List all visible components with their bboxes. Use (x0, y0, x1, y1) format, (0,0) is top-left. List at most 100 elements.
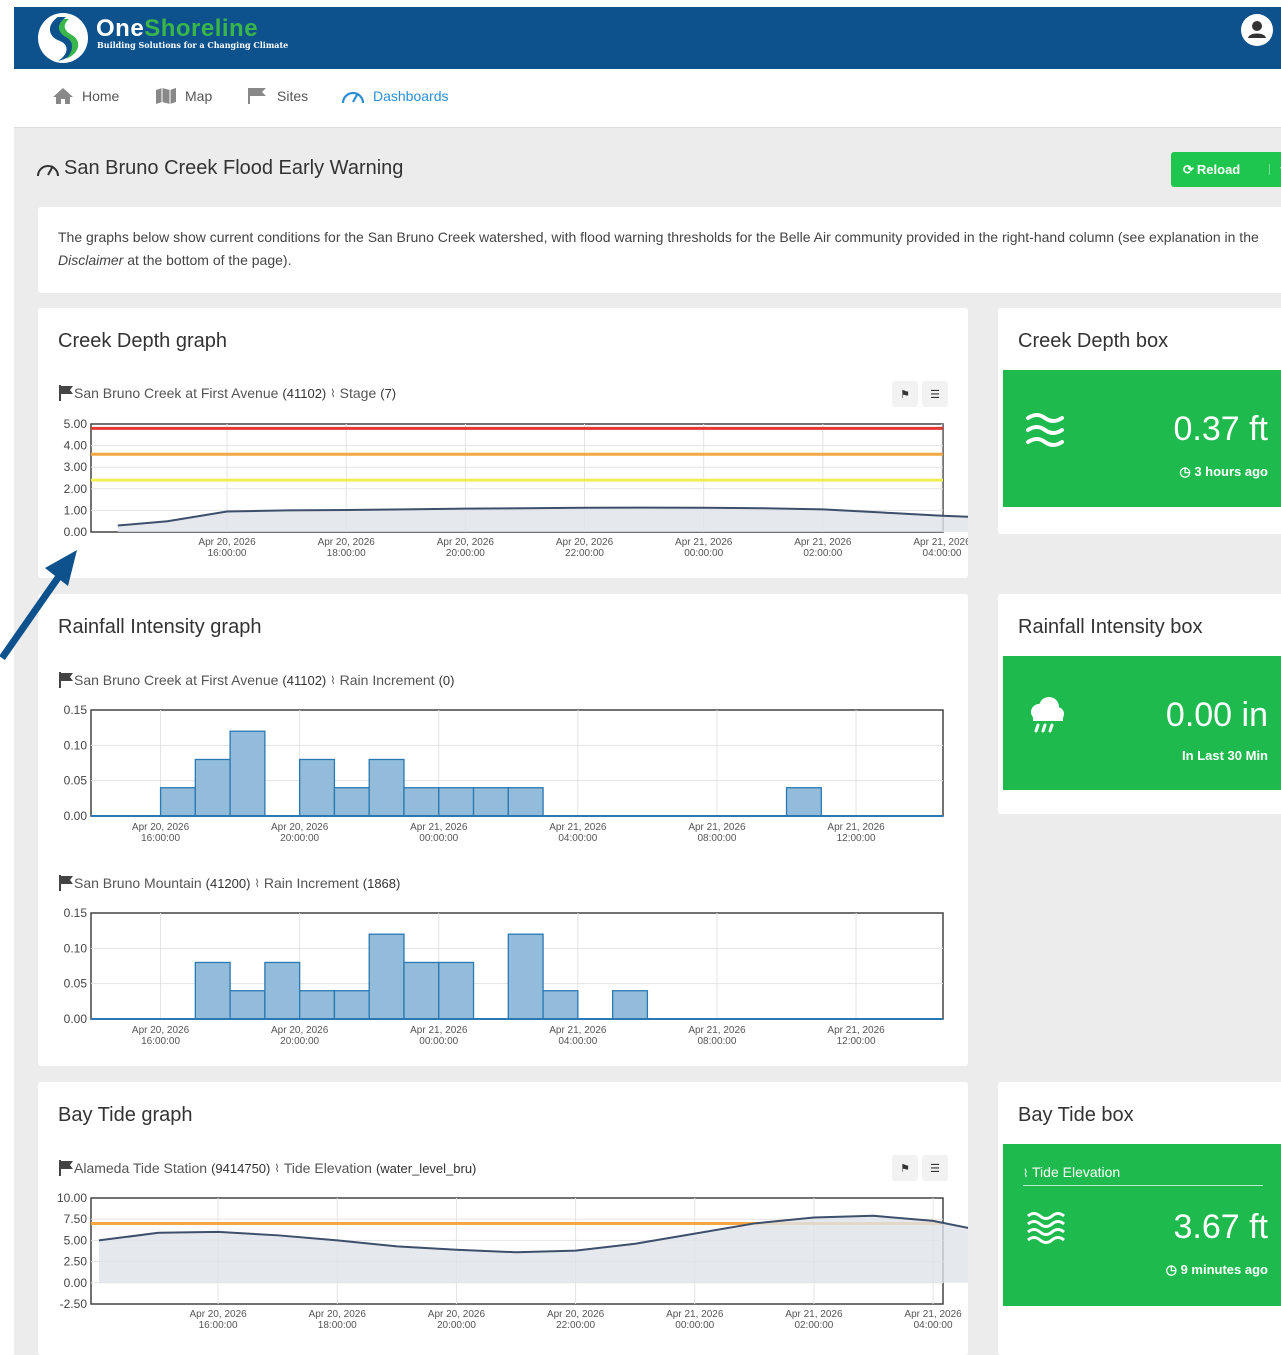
y-tick-label: 5.00 (64, 1233, 88, 1247)
bay-tide-card: Bay Tide graph Alameda Tide Station (9414… (38, 1082, 968, 1355)
x-tick-label: 18:00:00 (327, 548, 366, 559)
y-tick-label: 10.00 (57, 1191, 87, 1205)
nav-map[interactable]: Map (155, 87, 212, 105)
nav-dashboards-label: Dashboards (373, 88, 449, 104)
rain-bar (368, 933, 405, 1020)
logo-icon[interactable] (36, 11, 90, 65)
rain-bar (368, 758, 405, 817)
rainfall-status-box: 0.00 in In Last 30 Min (1003, 656, 1281, 790)
chevron-down-icon[interactable]: ▾ (1269, 164, 1281, 175)
annotation-arrow (0, 550, 77, 660)
rain-bar (299, 758, 336, 817)
x-tick-label: 16:00:00 (141, 833, 180, 844)
disclaimer-link[interactable]: Disclaimer (58, 252, 123, 268)
rainfall-card: Rainfall Intensity graph San Bruno Creek… (38, 594, 968, 1066)
x-tick-label: 20:00:00 (280, 833, 319, 844)
page-title: San Bruno Creek Flood Early Warning (36, 157, 403, 180)
box-value: 0.37 ft (1173, 410, 1268, 448)
x-tick-label: Apr 20, 2026 (309, 1309, 367, 1320)
sensor-id: (1868) (362, 875, 401, 891)
creek-depth-chart: 5.004.003.002.001.000.00Apr 20, 202616:0… (64, 417, 968, 559)
main-nav: Home Map Sites Dashboards (14, 69, 1281, 128)
x-tick-label: Apr 21, 2026 (688, 822, 746, 833)
site-name[interactable]: San Bruno Mountain (74, 875, 202, 891)
clock-icon: ◷ (1179, 464, 1191, 479)
sensor-id: (0) (438, 672, 455, 688)
rain-bar (611, 990, 649, 1020)
y-tick-label: 0.00 (64, 525, 88, 539)
nav-home[interactable]: Home (52, 87, 119, 105)
y-tick-label: 0.00 (64, 1012, 88, 1026)
map-icon (156, 88, 176, 104)
site-id: (41102) (282, 672, 327, 688)
y-tick-label: 0.05 (64, 977, 88, 991)
box-timestamp: ◷ 3 hours ago (1179, 464, 1268, 479)
flag-icon: ⚑ (900, 1162, 910, 1175)
x-tick-label: 16:00:00 (199, 1320, 238, 1331)
x-tick-label: 22:00:00 (556, 1320, 595, 1331)
x-tick-label: 18:00:00 (318, 1320, 357, 1331)
x-tick-label: Apr 21, 2026 (410, 1025, 468, 1036)
intro-text: The graphs below show current conditions… (58, 229, 1259, 268)
chart-source: San Bruno Creek at First Avenue (41102) ⌇… (58, 385, 396, 401)
sensor-name[interactable]: Stage (340, 385, 377, 401)
sensor-name[interactable]: Rain Increment (340, 672, 435, 688)
x-tick-label: 12:00:00 (837, 1036, 876, 1047)
x-tick-label: 20:00:00 (437, 1320, 476, 1331)
y-tick-label: 3.00 (64, 460, 88, 474)
x-tick-label: Apr 21, 2026 (827, 822, 885, 833)
x-tick-label: Apr 20, 2026 (271, 1025, 329, 1036)
reload-button[interactable]: ⟳ Reload ▾ (1171, 152, 1281, 187)
rain-bar (264, 961, 301, 1020)
x-tick-label: Apr 21, 2026 (827, 1025, 885, 1036)
card-title: Bay Tide box (1018, 1104, 1134, 1126)
rain-bar (403, 787, 440, 817)
rain-bar (194, 961, 231, 1020)
y-tick-label: 0.05 (64, 774, 88, 788)
reload-label: Reload (1196, 162, 1241, 177)
chart-source: Alameda Tide Station (9414750) ⌇ Tide Ele… (58, 1160, 476, 1176)
x-tick-label: 16:00:00 (141, 1036, 180, 1047)
chart-source-2: San Bruno Mountain (41200) ⌇ Rain Increme… (58, 875, 400, 891)
x-tick-label: 00:00:00 (419, 833, 458, 844)
creek-depth-status-box: 0.37 ft ◷ 3 hours ago (1003, 370, 1281, 507)
site-name[interactable]: San Bruno Creek at First Avenue (74, 385, 278, 401)
flag-icon (248, 88, 266, 104)
x-tick-label: Apr 20, 2026 (189, 1309, 247, 1320)
brand-name[interactable]: OneShoreline (96, 15, 258, 43)
brand-tagline: Building Solutions for a Changing Climat… (97, 40, 289, 50)
box-header: ⌇ Tide Elevation (1023, 1164, 1263, 1186)
x-tick-label: 12:00:00 (837, 833, 876, 844)
list-button[interactable]: ☰ (922, 1155, 948, 1181)
site-name[interactable]: Alameda Tide Station (74, 1160, 207, 1176)
dashboard-icon (341, 91, 365, 104)
rain-bar (542, 990, 579, 1020)
list-button[interactable]: ☰ (922, 381, 948, 407)
y-tick-label: 5.00 (64, 417, 88, 431)
bay-tide-box-card: Bay Tide box ⌇ Tide Elevation 3.67 ft ◷ … (998, 1082, 1281, 1355)
x-tick-label: Apr 21, 2026 (549, 822, 607, 833)
x-tick-label: Apr 20, 2026 (547, 1309, 605, 1320)
sensor-name[interactable]: Tide Elevation (284, 1160, 372, 1176)
rain-bar (229, 730, 266, 817)
flag-icon (59, 875, 73, 891)
x-tick-label: 08:00:00 (697, 833, 736, 844)
flag-button[interactable]: ⚑ (892, 1155, 918, 1181)
bay-tide-status-box: ⌇ Tide Elevation 3.67 ft ◷ 9 minutes ago (1003, 1144, 1281, 1306)
x-tick-label: 00:00:00 (675, 1320, 714, 1331)
user-menu-button[interactable] (1241, 14, 1273, 46)
rain-bar (159, 787, 196, 817)
nav-dashboards[interactable]: Dashboards (341, 87, 449, 105)
rain-bar (438, 961, 475, 1020)
x-tick-label: 04:00:00 (558, 1036, 597, 1047)
nav-sites[interactable]: Sites (247, 87, 308, 105)
y-tick-label: 0.15 (64, 703, 88, 717)
site-id: (41102) (282, 385, 327, 401)
creek-depth-box-card: Creek Depth box 0.37 ft ◷ 3 hours ago (998, 308, 1281, 534)
site-name[interactable]: San Bruno Creek at First Avenue (74, 672, 278, 688)
flag-button[interactable]: ⚑ (892, 381, 918, 407)
site-id: (41200) (205, 875, 251, 891)
rain-bar (333, 990, 370, 1020)
sensor-name[interactable]: Rain Increment (264, 875, 359, 891)
rainfall-box-card: Rainfall Intensity box 0.00 in In Last 3… (998, 594, 1281, 814)
